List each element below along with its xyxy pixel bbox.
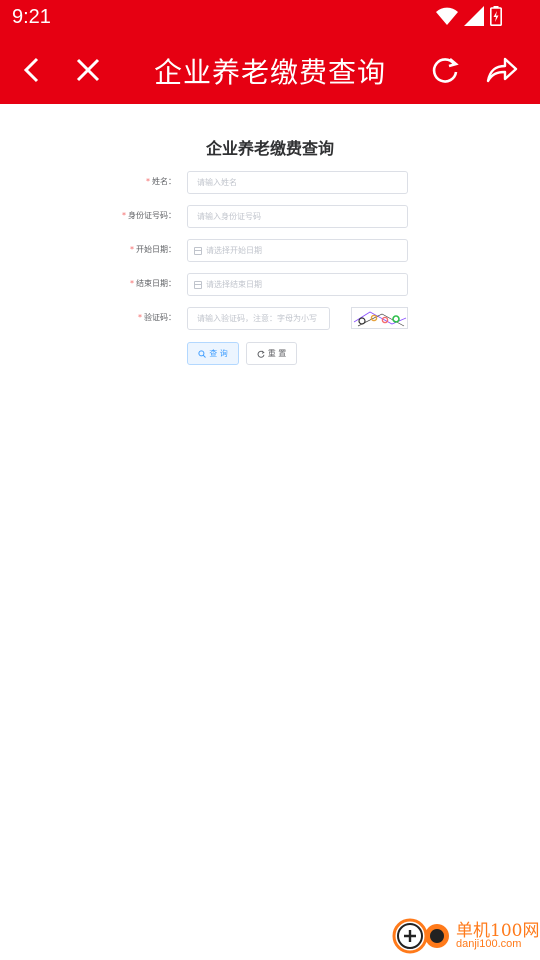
share-button[interactable]: [484, 52, 520, 88]
captcha-label-text: 验证码：: [144, 313, 176, 322]
status-time: 9:21: [12, 6, 51, 28]
captcha-row: * 验证码： 请输入验证码，注意：字母为小写: [0, 307, 540, 331]
id-number-label-text: 身份证号码：: [128, 211, 176, 220]
query-label: 查 询: [209, 349, 228, 358]
start-date-placeholder: 请选择开始日期: [206, 246, 262, 255]
start-date-label: * 开始日期：: [130, 244, 176, 255]
status-icons: [436, 6, 502, 26]
end-date-label: * 结束日期：: [130, 278, 176, 289]
refresh-icon: [432, 58, 459, 83]
name-label: * 姓名：: [146, 176, 176, 187]
danji-logo-icon: [392, 918, 449, 954]
wifi-icon: [436, 7, 458, 25]
form-actions: 查 询 重 置: [0, 342, 540, 366]
start-date-row: * 开始日期： 请选择开始日期: [0, 239, 540, 263]
name-placeholder: 请输入姓名: [197, 178, 237, 187]
id-number-placeholder: 请输入身份证号码: [197, 212, 261, 221]
id-number-row: * 身份证号码： 请输入身份证号码: [0, 205, 540, 229]
required-mark: *: [138, 313, 142, 322]
app-bar: 企业养老缴费查询: [0, 36, 540, 104]
signal-icon: [464, 6, 484, 26]
watermark: 单机100网 danji100.com: [390, 912, 540, 960]
captcha-placeholder: 请输入验证码，注意：字母为小写: [197, 314, 317, 323]
watermark-url: danji100.com: [456, 938, 522, 950]
battery-icon: [490, 6, 502, 26]
required-mark: *: [146, 177, 150, 186]
name-input[interactable]: 请输入姓名: [187, 171, 408, 194]
required-mark: *: [122, 211, 126, 220]
reset-button[interactable]: 重 置: [246, 342, 297, 365]
start-date-picker[interactable]: 请选择开始日期: [187, 239, 408, 262]
captcha-graphic: [353, 311, 407, 327]
id-number-label: * 身份证号码：: [122, 210, 176, 221]
end-date-label-text: 结束日期：: [136, 279, 176, 288]
id-number-input[interactable]: 请输入身份证号码: [187, 205, 408, 228]
status-bar: 9:21: [0, 0, 540, 36]
refresh-icon: [257, 350, 265, 358]
captcha-label: * 验证码：: [138, 312, 176, 323]
calendar-icon: [194, 246, 202, 255]
reset-label: 重 置: [267, 349, 287, 358]
captcha-input[interactable]: 请输入验证码，注意：字母为小写: [187, 307, 330, 330]
form-title: 企业养老缴费查询: [205, 139, 334, 158]
captcha-image[interactable]: [351, 307, 408, 329]
start-date-label-text: 开始日期：: [136, 245, 176, 254]
share-icon: [486, 57, 518, 83]
required-mark: *: [130, 245, 134, 254]
end-date-placeholder: 请选择结束日期: [206, 280, 262, 289]
end-date-row: * 结束日期： 请选择结束日期: [0, 273, 540, 297]
name-row: * 姓名： 请输入姓名: [0, 171, 540, 195]
name-label-text: 姓名：: [152, 177, 176, 186]
refresh-button[interactable]: [427, 52, 463, 88]
end-date-picker[interactable]: 请选择结束日期: [187, 273, 408, 296]
search-icon: [198, 349, 207, 358]
calendar-icon: [194, 280, 202, 289]
query-button[interactable]: 查 询: [187, 342, 239, 365]
required-mark: *: [130, 279, 134, 288]
